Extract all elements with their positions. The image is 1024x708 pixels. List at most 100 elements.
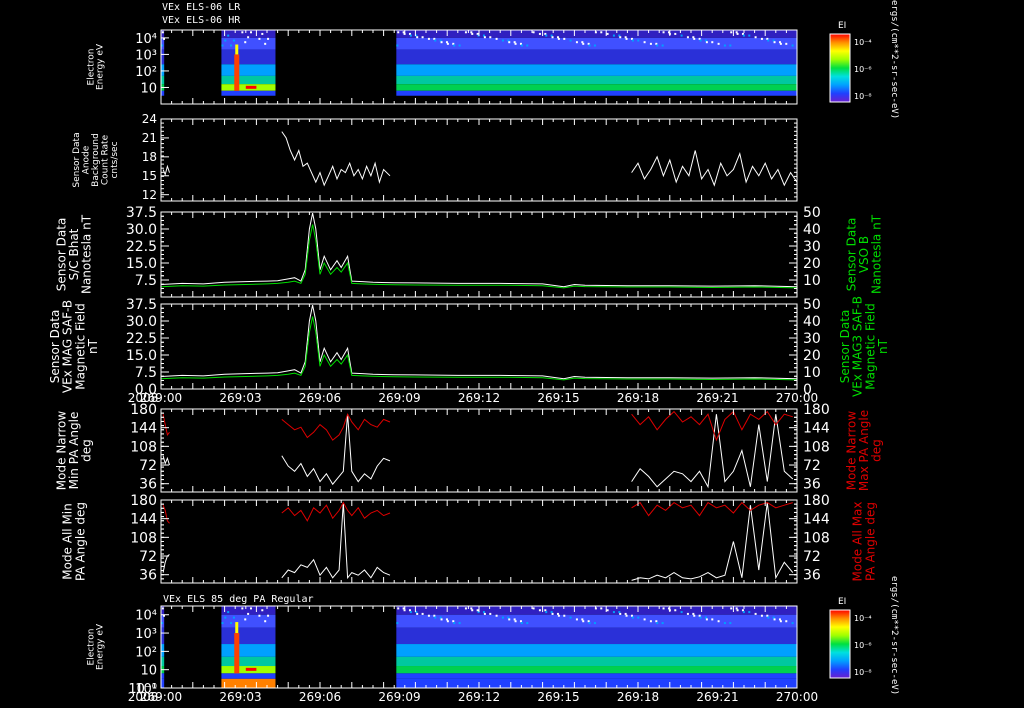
panel-5-ytick-label: 36	[139, 477, 157, 493]
colorbar-1-title: EI	[838, 21, 846, 31]
panel-1-spectrum-speck	[773, 41, 776, 44]
panel-1-spectrum-speck	[625, 37, 628, 40]
panel-7-spectrum-speck	[593, 622, 596, 625]
panel-1-spectrum-speck	[501, 39, 504, 42]
panel-5-y2tick-label: 108	[803, 439, 830, 455]
panel-1-spectrum-speck	[545, 34, 548, 37]
panel-1-spectrum-speck	[396, 44, 399, 47]
panel-7-spectrum-speck	[705, 618, 708, 621]
panel-1-spectrum-speck	[791, 44, 794, 47]
panel-5-series-1-segment	[281, 414, 391, 486]
panel-4-ytick-label: 7.5	[135, 365, 157, 381]
x-tick-label: 269:03	[219, 391, 261, 405]
x-tick-label: 269:09	[378, 690, 420, 704]
panel-7-spectrum-band	[396, 656, 797, 667]
panel-4-ytick-label: 22.5	[126, 331, 157, 347]
panel-1-spectrum-speck	[557, 37, 560, 40]
panel-7-spectrum-speck	[698, 614, 701, 617]
panel-5-ytick-label: 144	[130, 421, 157, 437]
panel-1-spectrum-speck	[563, 37, 566, 40]
panel-7-spectrum-speck	[408, 609, 411, 612]
panel-2-ylabel: Sensor DataAnodeBackgroundCount Ratecnts…	[72, 132, 120, 187]
panel-3-y2label: Sensor DataVSO BNanotesla nT	[844, 214, 883, 294]
panel-7-spectrum-speck	[544, 609, 547, 612]
panel-1-spectrum-speck	[693, 37, 696, 40]
panel-7-spectrum-speck	[773, 618, 776, 621]
panel-7-spectrum-speck	[631, 616, 634, 619]
panel-7-spectrum-speck	[396, 622, 399, 625]
panel-7-spectrum-speck	[624, 612, 627, 615]
panel-5-y2tick-label: 36	[803, 477, 821, 493]
panel-3-ytick-label: 30.0	[126, 222, 157, 238]
panel-1-spectrum-speck	[637, 39, 640, 42]
panel-3-y2tick-label: 10	[803, 273, 821, 289]
panel-4-y2tick-label: 10	[803, 365, 821, 381]
panel-2-frame	[160, 118, 798, 202]
panel-1-spectrum-band	[396, 75, 797, 85]
panel-7-spectrum-band	[221, 673, 276, 679]
panel-1-spectrum-speck	[416, 36, 419, 39]
x-tick-label: 269:15	[537, 690, 579, 704]
panel-1-spectrum-speck	[748, 34, 751, 37]
panel-7-spectrum-speck	[587, 620, 590, 623]
x-tick-label: 269:06	[299, 690, 341, 704]
panel-7-spectrum-speck	[711, 618, 714, 621]
panel-2-ytick-label: 24	[142, 112, 157, 126]
panel-7-spectrum-speck	[440, 618, 443, 621]
panel-6-series-1-segment	[631, 502, 794, 581]
panel-2-ytick-label: 18	[142, 150, 157, 164]
panel-7-spectrum-speck	[680, 611, 683, 614]
panel-1-spectrum-speck	[520, 44, 523, 47]
panel-7-ytick-label: 10²	[135, 645, 157, 660]
panel-1-spectrum-speck	[643, 41, 646, 44]
x-tick-label: 270:00	[776, 391, 818, 405]
panel-7-spectrum-speck	[717, 620, 720, 623]
panel-2-ylabel-line: cnts/sec	[110, 141, 120, 178]
x-tick-label: 269:21	[696, 690, 738, 704]
panel-1-spectrum-speck	[261, 32, 264, 35]
panel-7-spectrum-speck	[661, 622, 664, 625]
panel-7-spectrum-speck	[421, 612, 424, 615]
panel-7-spectrum-speck	[754, 612, 757, 615]
panel-1-spectrum-speck	[785, 42, 788, 45]
panel-3-y2tick-label: 30	[803, 239, 821, 255]
panel-7-spectrum-speck	[630, 614, 633, 617]
panel-3-series-2-segment	[160, 224, 798, 289]
panel-7-spectrum-speck	[514, 620, 517, 623]
panel-1-spectrum-band	[396, 37, 797, 50]
panel-7-ytick-label: 10³	[135, 627, 157, 642]
panel-5-series-2-segment	[281, 412, 391, 441]
panel-6-y2label: Mode All MaxPA Angle deg	[851, 501, 878, 581]
x-tick-label: 270:00	[776, 690, 818, 704]
panel-7-spectrum-speck	[434, 616, 437, 619]
panel-2-series-1-segment	[631, 150, 798, 187]
panel-7-spectrum-speck	[643, 618, 646, 621]
panel-1-ylabel-line: Energy eV	[96, 43, 106, 90]
x-tick-label: 269:12	[458, 391, 500, 405]
panel-7-spectrum-band	[221, 627, 276, 645]
panel-1-spectrum-speck	[723, 44, 726, 47]
panel-1-spectrum-speck	[661, 44, 664, 47]
x-tick-label: 269:18	[617, 391, 659, 405]
panel-6-y2tick-label: 36	[803, 568, 821, 584]
panel-1-spectrum-speck	[403, 32, 406, 35]
panel-7-spectrum-speck	[637, 616, 640, 619]
panel-7-spectrum-band	[221, 644, 276, 657]
panel-1-spectrum-speck	[250, 31, 252, 34]
panel-1-spectrum-speck	[241, 31, 244, 34]
x-year-label: 2008	[128, 690, 159, 704]
panel-1-spectrum-speck	[588, 44, 591, 47]
panel-1-spectrum-speck	[742, 34, 745, 37]
panel-7-spectrum-band	[396, 644, 797, 657]
panel-7-spectrum-band	[396, 666, 797, 674]
panel-6-y2tick-label: 72	[803, 549, 821, 565]
panel-7-spectrum-speck	[520, 622, 523, 625]
panel-7-spectrum-speck	[476, 609, 479, 612]
panel-7-spectrum-speck	[501, 616, 504, 619]
panel-5-y2tick-label: 144	[803, 421, 830, 437]
panel-4-y2tick-label: 40	[803, 314, 821, 330]
panel-5-series-2-segment	[631, 410, 793, 442]
panel-7-spectrum-band	[396, 627, 797, 645]
panel-7-spectrum-speck	[693, 614, 696, 617]
panel-7-spectrum-speck	[244, 618, 247, 621]
